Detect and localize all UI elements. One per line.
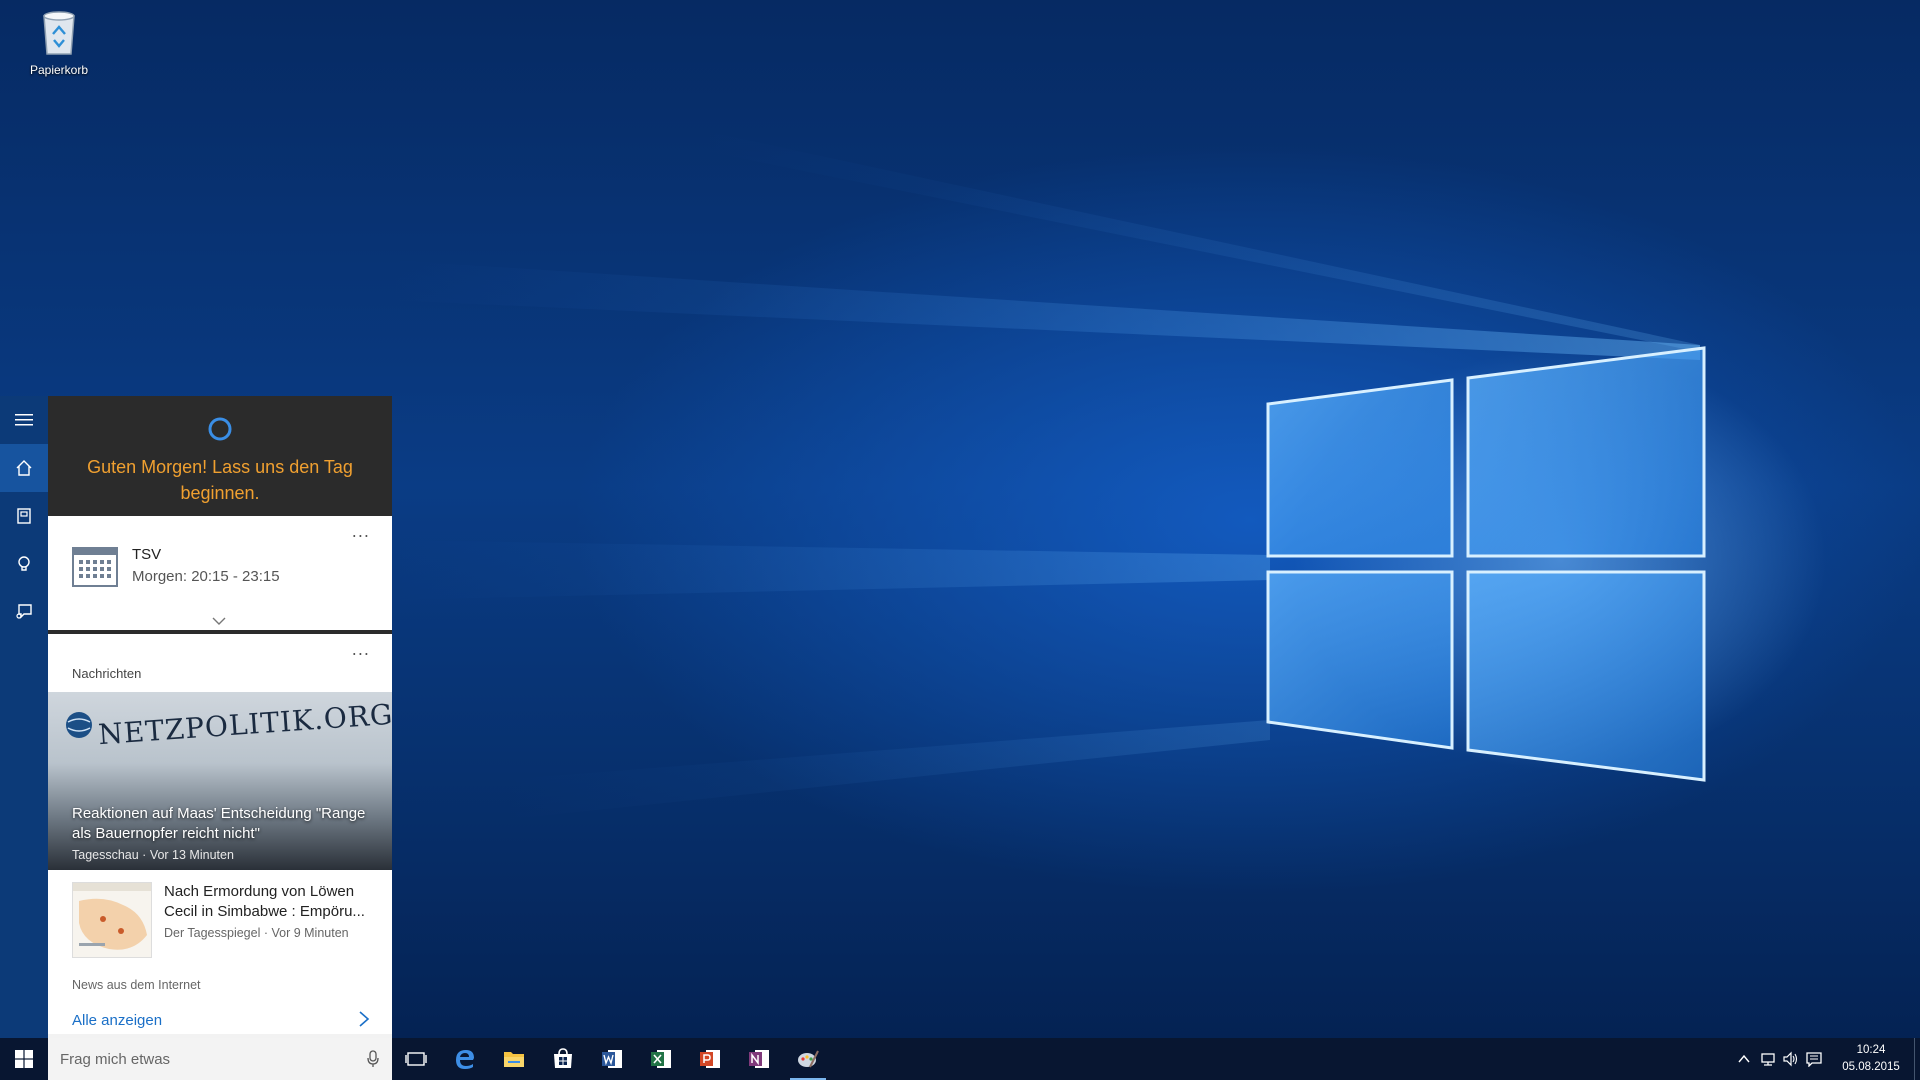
calendar-event-title: TSV	[132, 546, 162, 563]
volume-icon[interactable]	[1782, 1051, 1798, 1067]
recycle-bin-icon	[43, 11, 75, 55]
taskbar-file-explorer[interactable]	[490, 1038, 538, 1080]
taskbar-edge[interactable]	[441, 1038, 489, 1080]
task-view-icon	[405, 1052, 427, 1066]
calendar-card-more-button[interactable]: ...	[352, 522, 370, 541]
chevron-down-icon[interactable]	[211, 616, 227, 626]
system-tray: 10:24 05.08.2015	[1720, 1038, 1920, 1080]
cortana-reminders-button[interactable]	[0, 540, 48, 588]
calendar-icon	[72, 547, 118, 587]
desktop-icon-label: Papierkorb	[29, 63, 89, 77]
cortana-nav-rail	[0, 396, 48, 1038]
news-hero-article[interactable]: NETZPOLITIK.ORG Reaktionen auf Maas' Ent…	[48, 692, 392, 870]
start-button[interactable]	[0, 1038, 48, 1080]
news-item-title: Nach Ermordung von Löwen Cecil in Simbab…	[164, 883, 365, 920]
chevron-right-icon	[359, 1011, 370, 1027]
news-card-more-button[interactable]: ...	[352, 640, 370, 659]
taskbar-excel[interactable]	[637, 1038, 685, 1080]
microphone-icon[interactable]	[366, 1050, 380, 1068]
taskbar-clock[interactable]: 10:24 05.08.2015	[1836, 1042, 1906, 1076]
show-desktop-button[interactable]	[1914, 1038, 1920, 1080]
cortana-feedback-button[interactable]	[0, 588, 48, 636]
action-center-icon[interactable]	[1806, 1051, 1822, 1067]
feedback-icon	[16, 604, 32, 619]
news-item-source: Der Tagesspiegel · Vor 9 Minuten	[164, 926, 349, 940]
news-list-item[interactable]: Nach Ermordung von Löwen Cecil in Simbab…	[48, 870, 392, 970]
cortana-panel: Guten Morgen! Lass uns den Tag beginnen.…	[48, 396, 392, 1038]
paint-icon	[798, 1050, 819, 1068]
cortana-notebook-button[interactable]	[0, 492, 48, 540]
hamburger-icon	[15, 414, 33, 426]
notebook-icon	[17, 508, 31, 524]
onenote-icon	[749, 1050, 769, 1068]
cortana-search-box[interactable]	[48, 1038, 392, 1080]
taskbar-powerpoint[interactable]	[686, 1038, 734, 1080]
taskbar-store[interactable]	[539, 1038, 587, 1080]
news-footer-note: News aus dem Internet	[72, 978, 201, 992]
taskbar-paint[interactable]	[784, 1038, 832, 1080]
network-icon[interactable]	[1760, 1051, 1776, 1067]
lightbulb-icon	[18, 556, 30, 571]
taskbar: 10:24 05.08.2015	[0, 1038, 1920, 1080]
taskbar-onenote[interactable]	[735, 1038, 783, 1080]
news-heading: Nachrichten	[72, 666, 142, 681]
store-icon	[554, 1048, 572, 1068]
desktop-icon-recycle-bin[interactable]: Papierkorb	[22, 8, 96, 82]
folder-icon	[504, 1052, 524, 1067]
word-icon	[602, 1050, 622, 1068]
news-thumbnail	[72, 882, 152, 958]
cortana-header: Guten Morgen! Lass uns den Tag beginnen.	[48, 396, 392, 516]
hero-image-text: NETZPOLITIK.ORG	[97, 697, 392, 752]
windows-start-icon	[15, 1050, 33, 1068]
clock-date: 05.08.2015	[1842, 1061, 1900, 1073]
hero-article-title: Reaktionen auf Maas' Entscheidung "Range…	[72, 805, 366, 842]
news-card: ... Nachrichten NETZPOLITIK.ORG Reaktion…	[48, 634, 392, 1034]
search-input[interactable]	[60, 1038, 350, 1080]
clock-time: 10:24	[1856, 1044, 1886, 1056]
chevron-up-icon[interactable]	[1736, 1051, 1752, 1067]
cortana-menu-button[interactable]	[0, 396, 48, 444]
cortana-ring-icon	[208, 417, 232, 441]
home-icon	[16, 460, 32, 476]
cortana-greeting: Guten Morgen! Lass uns den Tag beginnen.	[87, 457, 353, 503]
hero-article-source: Tagesschau · Vor 13 Minuten	[72, 848, 234, 862]
map-thumbnail-graphic	[73, 883, 151, 950]
show-all-link[interactable]: Alle anzeigen	[48, 1006, 392, 1034]
powerpoint-icon	[700, 1050, 720, 1068]
taskbar-word[interactable]	[588, 1038, 636, 1080]
calendar-card[interactable]: ... TSV Morgen: 20:15 - 23:15	[48, 516, 392, 634]
show-all-label: Alle anzeigen	[72, 1012, 163, 1029]
taskbar-task-view[interactable]	[392, 1038, 440, 1080]
calendar-event-time: Morgen: 20:15 - 23:15	[132, 568, 280, 585]
globe-icon	[66, 712, 92, 738]
cortana-home-button[interactable]	[0, 444, 48, 492]
edge-icon	[456, 1050, 474, 1069]
excel-icon	[651, 1050, 671, 1068]
